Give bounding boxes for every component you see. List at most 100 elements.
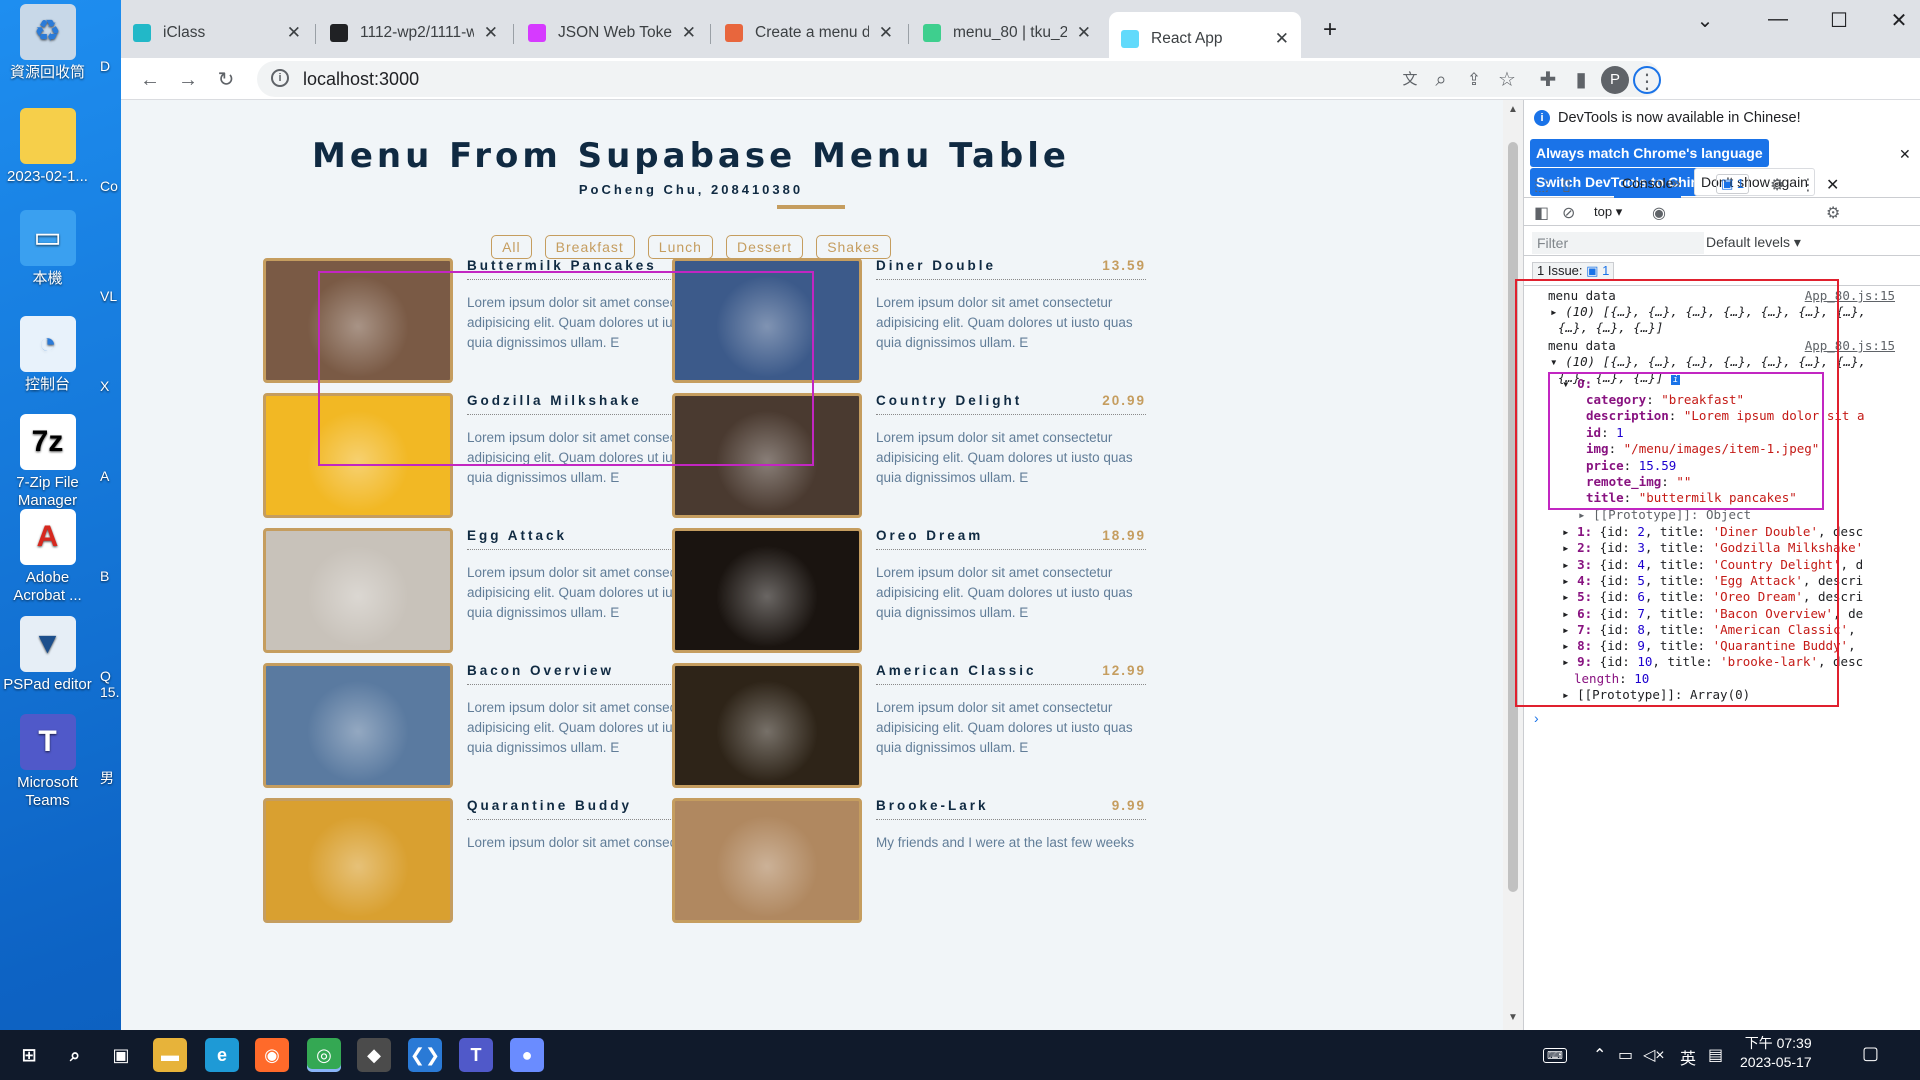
desktop-icon[interactable]: ◔ 控制台 — [0, 316, 95, 394]
scroll-up-arrow-icon[interactable]: ▲ — [1508, 104, 1518, 115]
close-tab-icon[interactable]: ✕ — [484, 23, 498, 43]
system-clock[interactable]: 下午 07:39 2023-05-17 — [1740, 1034, 1812, 1072]
partial-desktop-icon-label[interactable]: Q 15. — [100, 668, 122, 700]
close-window-button[interactable]: ✕ — [1879, 8, 1919, 33]
partial-desktop-icon-label[interactable]: VL — [100, 288, 122, 304]
partial-desktop-icon-label[interactable]: D — [100, 58, 122, 74]
browser-tab[interactable]: JSON Web Tokens - jwt ✕ — [516, 14, 708, 52]
chrome-icon[interactable]: ◎ — [307, 1038, 341, 1072]
network-icon[interactable]: ▭ — [1618, 1045, 1633, 1065]
close-tab-icon[interactable]: ✕ — [879, 23, 893, 43]
zoom-icon[interactable]: ⌕ — [1427, 66, 1455, 94]
firefox-icon[interactable]: ◉ — [255, 1038, 289, 1072]
close-tab-icon[interactable]: ✕ — [1275, 29, 1289, 49]
teams-icon[interactable]: T — [459, 1038, 493, 1072]
scroll-down-arrow-icon[interactable]: ▼ — [1508, 1012, 1518, 1023]
console-prompt[interactable]: › — [1534, 710, 1539, 726]
profile-avatar[interactable]: P — [1601, 66, 1629, 94]
device-toolbar-icon[interactable]: ▯ — [1562, 175, 1571, 195]
more-tabs-icon[interactable]: » — [1672, 175, 1681, 193]
desktop-icon[interactable]: 7z 7-Zip File Manager — [0, 414, 95, 510]
new-tab-button[interactable]: + — [1316, 16, 1344, 44]
notification-icon[interactable]: ▢ — [1862, 1043, 1879, 1064]
ime-mode-icon[interactable]: ▤ — [1708, 1045, 1723, 1065]
filter-button-shakes[interactable]: Shakes — [816, 235, 891, 259]
desktop-icon[interactable]: ▭ 本機 — [0, 210, 95, 288]
close-tab-icon[interactable]: ✕ — [1077, 23, 1091, 43]
ime-indicator[interactable]: 英 — [1680, 1045, 1696, 1069]
context-select[interactable]: top ▾ — [1594, 204, 1622, 220]
always-match-language-button[interactable]: Always match Chrome's language — [1530, 139, 1769, 167]
log-levels-dropdown[interactable]: Default levels ▾ — [1706, 234, 1801, 251]
desktop-icon[interactable]: A Adobe Acrobat ... — [0, 509, 95, 605]
back-button[interactable]: ← — [136, 66, 164, 94]
item-description: Lorem ipsum dolor sit amet consectetur a… — [876, 565, 1133, 620]
forward-button[interactable]: → — [174, 66, 202, 94]
extensions-icon[interactable]: ✚ — [1534, 66, 1562, 94]
tab-title: iClass — [163, 24, 206, 41]
paint-icon[interactable]: ● — [510, 1038, 544, 1072]
close-tab-icon[interactable]: ✕ — [682, 23, 696, 43]
partial-desktop-icon-label[interactable]: B — [100, 568, 122, 584]
git-icon[interactable]: ◆ — [357, 1038, 391, 1072]
browser-tab[interactable]: 1112-wp2/1111-wp2_c ✕ — [318, 14, 510, 52]
partial-desktop-icon-label[interactable]: 男 — [100, 768, 122, 788]
item-header: Country Delight 20.99 — [876, 393, 1146, 415]
start-icon[interactable]: ⊞ — [12, 1038, 46, 1072]
task-view-icon[interactable]: ▣ — [104, 1038, 138, 1072]
desktop-icon-label: 2023-02-1... — [7, 168, 88, 185]
item-header: American Classic 12.99 — [876, 663, 1146, 685]
close-notice-icon[interactable]: ✕ — [1899, 146, 1911, 163]
clear-console-icon[interactable]: ⊘ — [1562, 203, 1575, 223]
iclass-favicon — [133, 24, 151, 42]
live-expression-eye-icon[interactable]: ◉ — [1652, 203, 1666, 223]
reload-button[interactable]: ↻ — [212, 66, 240, 94]
bookmark-star-icon[interactable]: ☆ — [1493, 66, 1521, 94]
browser-tab[interactable]: menu_80 | tku_208410 ✕ — [911, 14, 1103, 52]
edge-icon[interactable]: e — [205, 1038, 239, 1072]
filter-button-breakfast[interactable]: Breakfast — [544, 235, 635, 259]
partial-desktop-icon-label[interactable]: Co — [100, 178, 122, 194]
item-title: Brooke-Lark — [876, 798, 989, 813]
keyboard-icon[interactable]: ⌨ — [1543, 1048, 1567, 1063]
desktop-icon[interactable]: ♻ 資源回收筒 — [0, 4, 95, 82]
partial-desktop-icon-label[interactable]: A — [100, 468, 122, 484]
desktop-icon-label: 本機 — [32, 270, 63, 287]
tab-title: React App — [1151, 30, 1223, 47]
tab-search-chevron-icon[interactable]: ⌄ — [1685, 8, 1725, 33]
item-description: Lorem ipsum dolor sit amet consectetur a… — [876, 430, 1133, 485]
sidebar-toggle-icon[interactable]: ◧ — [1534, 203, 1549, 223]
side-panel-icon[interactable]: ▮ — [1567, 66, 1595, 94]
desktop-icon[interactable]: T Microsoft Teams — [0, 714, 95, 810]
issues-link[interactable]: 1 Issue: ▣ 1 — [1532, 262, 1615, 280]
desktop-icon[interactable]: 2023-02-1... — [0, 108, 95, 186]
inspect-element-icon[interactable]: ⬚ — [1534, 175, 1549, 195]
share-icon[interactable]: ⇪ — [1460, 66, 1488, 94]
translate-icon[interactable]: 文 — [1396, 66, 1424, 94]
site-info-icon[interactable]: i — [271, 69, 289, 87]
tray-chevron-icon[interactable]: ⌃ — [1593, 1045, 1606, 1065]
file-explorer-icon[interactable]: ▬ — [153, 1038, 187, 1072]
console-filter-input[interactable]: Filter — [1532, 232, 1704, 254]
issues-badge[interactable]: ▣ 1 — [1716, 174, 1750, 194]
vscode-icon[interactable]: ❮❯ — [408, 1038, 442, 1072]
classic-burger-photo — [672, 663, 862, 788]
item-title: Quarantine Buddy — [467, 798, 633, 813]
partial-desktop-icon-label[interactable]: X — [100, 378, 122, 394]
volume-icon[interactable]: ◁× — [1643, 1045, 1665, 1065]
maximize-button[interactable]: ☐ — [1819, 8, 1859, 33]
settings-gear-icon[interactable]: ⚙ — [1770, 175, 1784, 195]
close-tab-icon[interactable]: ✕ — [287, 23, 301, 43]
search-icon[interactable]: ⌕ — [58, 1038, 92, 1072]
filter-button-lunch[interactable]: Lunch — [647, 235, 713, 259]
console-settings-icon[interactable]: ⚙ — [1826, 203, 1840, 223]
chrome-menu-icon[interactable]: ⋮ — [1633, 66, 1661, 94]
minimize-button[interactable]: — — [1758, 8, 1798, 31]
browser-tab[interactable]: iClass ✕ — [121, 14, 313, 52]
devtools-menu-icon[interactable]: ⋮ — [1800, 175, 1816, 195]
filter-button-dessert[interactable]: Dessert — [725, 235, 804, 259]
desktop-icon[interactable]: ▼ PSPad editor — [0, 616, 95, 694]
browser-tab[interactable]: Create a menu data an ✕ — [713, 14, 905, 52]
close-devtools-icon[interactable]: ✕ — [1826, 175, 1839, 195]
filter-button-all[interactable]: All — [491, 235, 532, 259]
